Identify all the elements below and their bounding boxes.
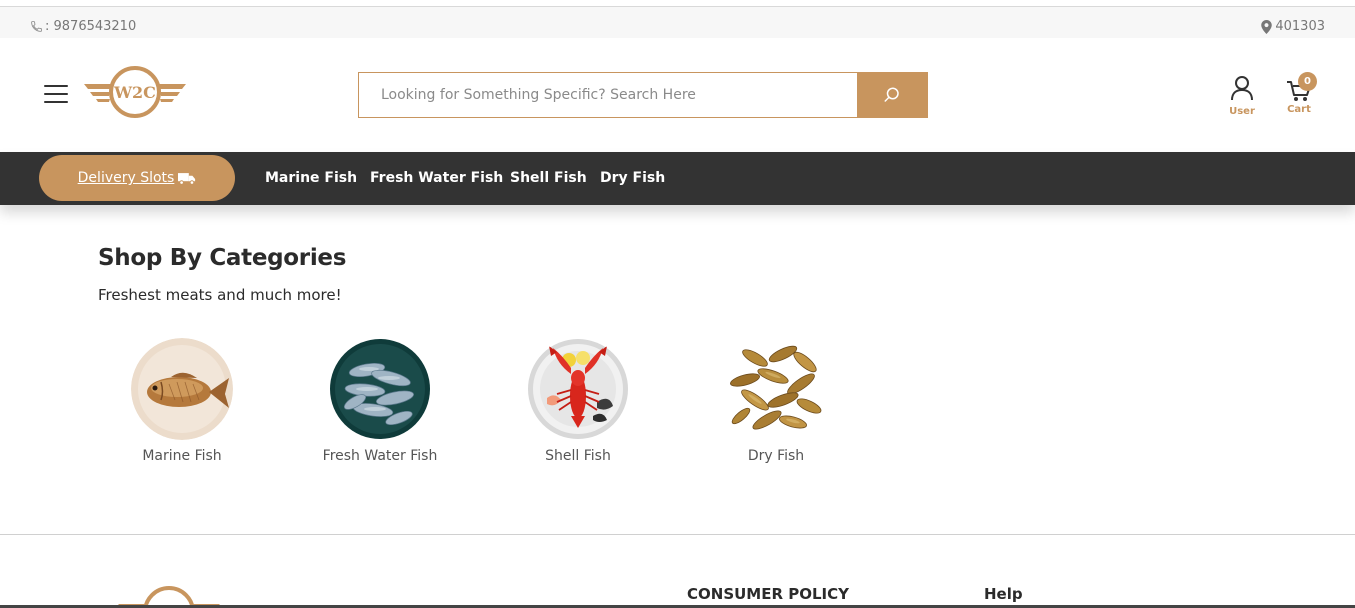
- nav-dry-fish[interactable]: Dry Fish: [600, 170, 665, 186]
- category-marine-fish[interactable]: Marine Fish: [102, 338, 262, 464]
- shell-fish-image: [527, 338, 629, 440]
- section-title: Shop By Categories: [98, 245, 347, 271]
- phone-number: : 9876543210: [45, 19, 137, 34]
- footer-consumer-policy-heading: CONSUMER POLICY: [687, 585, 849, 603]
- nav-marine-fish[interactable]: Marine Fish: [265, 170, 357, 186]
- main-navigation: Delivery Slots Marine Fish Fresh Water F…: [0, 152, 1355, 205]
- site-logo[interactable]: W2C: [82, 64, 188, 120]
- delivery-slots-label: Delivery Slots: [77, 170, 175, 186]
- hamburger-icon[interactable]: [44, 85, 68, 103]
- delivery-slots-button[interactable]: Delivery Slots: [39, 155, 235, 201]
- location-pin-icon: [1261, 19, 1273, 34]
- phone-contact[interactable]: : 9876543210: [30, 19, 136, 34]
- pincode-value: 401303: [1275, 19, 1325, 34]
- user-icon: [1231, 76, 1253, 101]
- search-input[interactable]: [359, 73, 857, 117]
- cart-count-badge: 0: [1298, 72, 1317, 91]
- top-bar: : 9876543210 401303: [0, 7, 1355, 38]
- phone-icon: [31, 21, 42, 32]
- cart-button[interactable]: 0 Cart: [1279, 72, 1319, 115]
- search-icon: [884, 87, 899, 102]
- category-dry-fish[interactable]: Dry Fish: [696, 338, 856, 464]
- site-header: W2C User 0 Cart: [0, 38, 1355, 152]
- cart-label: Cart: [1287, 104, 1311, 115]
- dry-fish-image: [725, 338, 827, 440]
- marine-fish-image: [131, 338, 233, 440]
- footer-help-heading: Help: [984, 585, 1023, 603]
- category-name: Shell Fish: [545, 448, 611, 464]
- search-button[interactable]: [857, 73, 927, 117]
- search-bar: [358, 72, 928, 118]
- logo-text: W2C: [113, 83, 156, 102]
- category-shell-fish[interactable]: Shell Fish: [498, 338, 658, 464]
- nav-fresh-water-fish[interactable]: Fresh Water Fish: [370, 170, 503, 186]
- category-name: Marine Fish: [142, 448, 222, 464]
- section-subtitle: Freshest meats and much more!: [98, 286, 342, 304]
- truck-icon: [178, 172, 196, 185]
- user-account-button[interactable]: User: [1222, 75, 1262, 117]
- fresh-water-fish-image: [329, 338, 431, 440]
- nav-shell-fish[interactable]: Shell Fish: [510, 170, 587, 186]
- pincode-selector[interactable]: 401303: [1261, 19, 1325, 34]
- category-name: Dry Fish: [747, 448, 805, 464]
- category-name: Fresh Water Fish: [322, 448, 438, 464]
- user-label: User: [1229, 106, 1255, 117]
- category-fresh-water-fish[interactable]: Fresh Water Fish: [300, 338, 460, 464]
